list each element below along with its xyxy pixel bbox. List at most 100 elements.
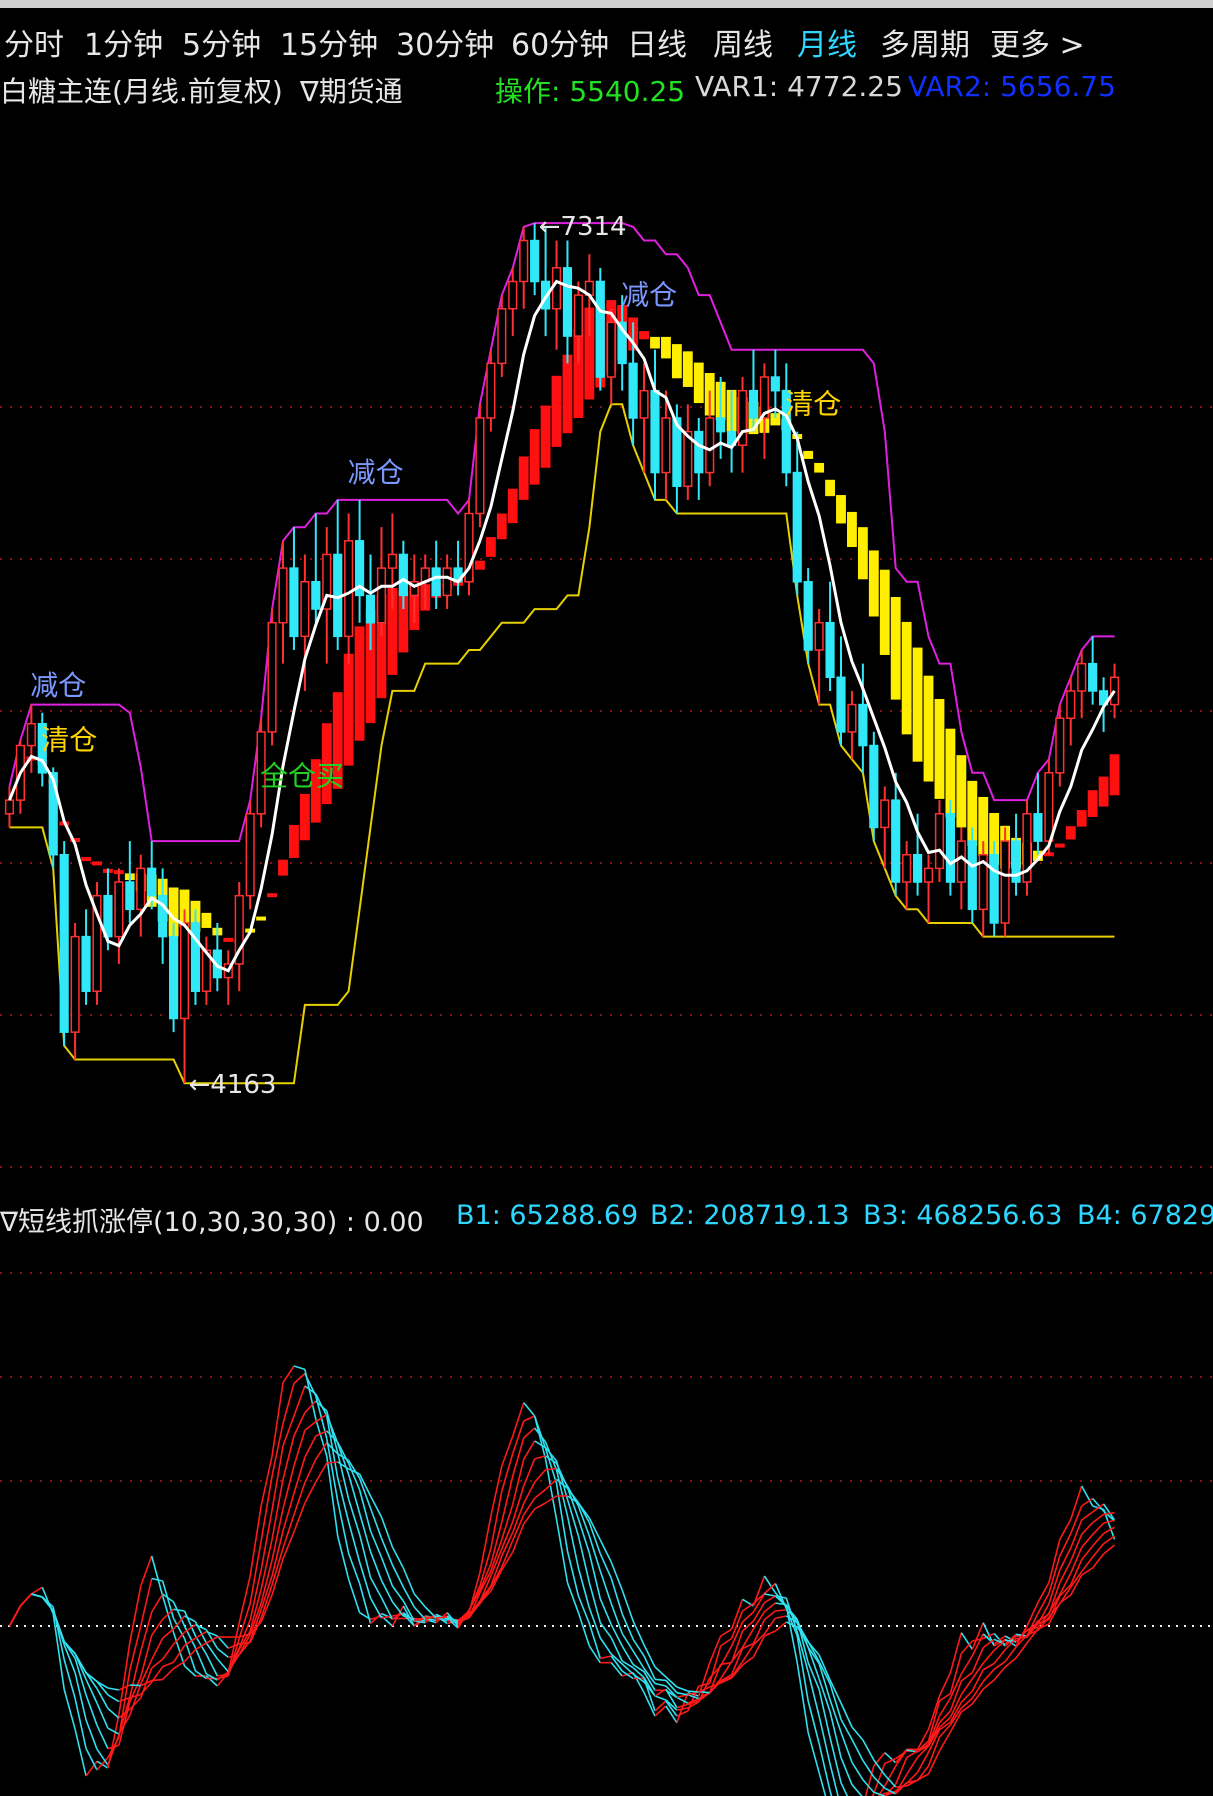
oscillator-segment	[282, 1365, 295, 1384]
trend-band-bar	[956, 755, 967, 828]
oscillator-segment	[74, 1729, 87, 1777]
oscillator-segment	[654, 1678, 667, 1682]
candle-body	[836, 676, 846, 733]
oscillator-segment	[851, 1738, 864, 1761]
trend-band-bar	[299, 793, 310, 841]
oscillator-segment	[413, 1606, 426, 1620]
oscillator-segment	[184, 1615, 196, 1623]
oscillator-segment	[818, 1743, 831, 1792]
oscillator-segment	[107, 1727, 120, 1735]
source-dropdown[interactable]: ∇期货通	[300, 70, 403, 110]
oscillator-segment	[534, 1502, 546, 1510]
tab-weekly[interactable]: 周线	[713, 20, 773, 64]
indicator-info-line: ∇短线抓涨停(10,30,30,30) : 0.00 B1: 65288.69 …	[0, 1196, 1213, 1240]
oscillator-segment	[1103, 1544, 1116, 1555]
oscillator-segment	[19, 1593, 32, 1607]
oscillator-segment	[676, 1710, 689, 1717]
oscillator-segment	[960, 1672, 973, 1682]
trend-band-bar	[901, 621, 912, 735]
oscillator-segment	[140, 1555, 153, 1587]
oscillator-segment	[239, 1641, 251, 1645]
candle-body	[902, 853, 912, 883]
oscillator-segment	[993, 1649, 1006, 1664]
oscillator-segment	[107, 1694, 120, 1703]
candle-body	[147, 867, 157, 897]
oscillator-segment	[742, 1602, 754, 1612]
oscillator-segment	[151, 1593, 164, 1613]
oscillator-segment	[840, 1757, 853, 1785]
oscillator-segment	[654, 1666, 667, 1678]
trend-band-bar	[496, 513, 507, 540]
candle-body	[945, 813, 955, 883]
trend-band-bar	[825, 479, 835, 497]
candle-body	[530, 239, 540, 283]
oscillator-segment	[31, 1593, 43, 1598]
tab-daily[interactable]: 日线	[627, 20, 687, 64]
oscillator-segment	[545, 1495, 557, 1504]
oscillator-segment	[676, 1686, 689, 1692]
oscillator-segment	[600, 1655, 612, 1660]
trend-band-bar	[1065, 826, 1076, 840]
indicator-title[interactable]: ∇短线抓涨停(10,30,30,30) : 0.00	[0, 1200, 424, 1239]
oscillator-segment	[687, 1690, 699, 1693]
tab-1min[interactable]: 1分钟	[84, 20, 163, 64]
oscillator-segment	[840, 1782, 849, 1796]
oscillator-segment	[851, 1784, 863, 1796]
oscillator-segment	[698, 1682, 710, 1687]
candle-body	[1033, 813, 1043, 842]
oscillator-segment	[358, 1489, 372, 1532]
tab-timeshare[interactable]: 分时	[4, 20, 64, 64]
candle-body	[169, 935, 179, 1020]
oscillator-segment	[1070, 1559, 1083, 1586]
oscillator-segment	[74, 1672, 87, 1721]
trend-band-bar	[267, 893, 277, 898]
tab-30min[interactable]: 30分钟	[396, 20, 494, 64]
tab-15min[interactable]: 15分钟	[280, 20, 378, 64]
candle-body	[497, 308, 507, 365]
oscillator-segment	[358, 1561, 372, 1599]
candle-body	[387, 553, 397, 569]
candle-body	[267, 621, 277, 733]
oscillator-segment	[260, 1584, 273, 1619]
oscillator-segment	[851, 1726, 864, 1741]
candle-body	[70, 935, 80, 1033]
oscillator-segment	[523, 1440, 536, 1460]
tab-60min[interactable]: 60分钟	[511, 20, 609, 64]
main-title: 白糖主连(月线.前复权)	[0, 75, 283, 108]
oscillator-segment	[293, 1412, 306, 1437]
oscillator-segment	[523, 1402, 536, 1417]
oscillator-segment	[85, 1719, 98, 1750]
signal-label: 减仓	[30, 669, 86, 702]
oscillator-segment	[271, 1479, 284, 1540]
b3-value: B3: 468256.63	[863, 1200, 1063, 1231]
candle-body	[869, 744, 879, 829]
candle-body	[858, 703, 868, 747]
oscillator-segment	[851, 1761, 864, 1781]
main-candlestick-chart: ←7314←4163减仓清仓全仓买减仓减仓清仓	[0, 212, 1213, 1168]
candle-body	[1088, 662, 1098, 692]
candle-body	[923, 867, 934, 883]
oscillator-segment	[293, 1385, 306, 1417]
trend-band-bar	[803, 450, 814, 459]
signal-label: 减仓	[621, 278, 677, 311]
oscillator-segment	[369, 1597, 383, 1619]
candle-body	[114, 881, 124, 938]
candle-body	[595, 280, 605, 378]
tab-5min[interactable]: 5分钟	[182, 20, 261, 64]
candle-body	[365, 594, 376, 624]
tab-multi-period[interactable]: 多周期	[880, 20, 970, 64]
trend-band-bar	[912, 647, 923, 762]
candle-body	[934, 813, 945, 870]
oscillator-segment	[183, 1610, 197, 1637]
oscillator-segment	[971, 1669, 984, 1692]
tab-more[interactable]: 更多 >	[990, 20, 1085, 64]
trend-band-bar	[693, 362, 704, 404]
trend-band-bar	[879, 569, 890, 655]
oscillator-segment	[304, 1481, 317, 1504]
trend-band-bar	[682, 351, 693, 387]
candle-body	[398, 553, 408, 597]
oscillator-segment	[949, 1632, 963, 1673]
tab-monthly[interactable]: 月线	[797, 20, 857, 64]
oscillator-segment	[1059, 1560, 1072, 1584]
b4-value: B4: 67829	[1077, 1200, 1213, 1231]
